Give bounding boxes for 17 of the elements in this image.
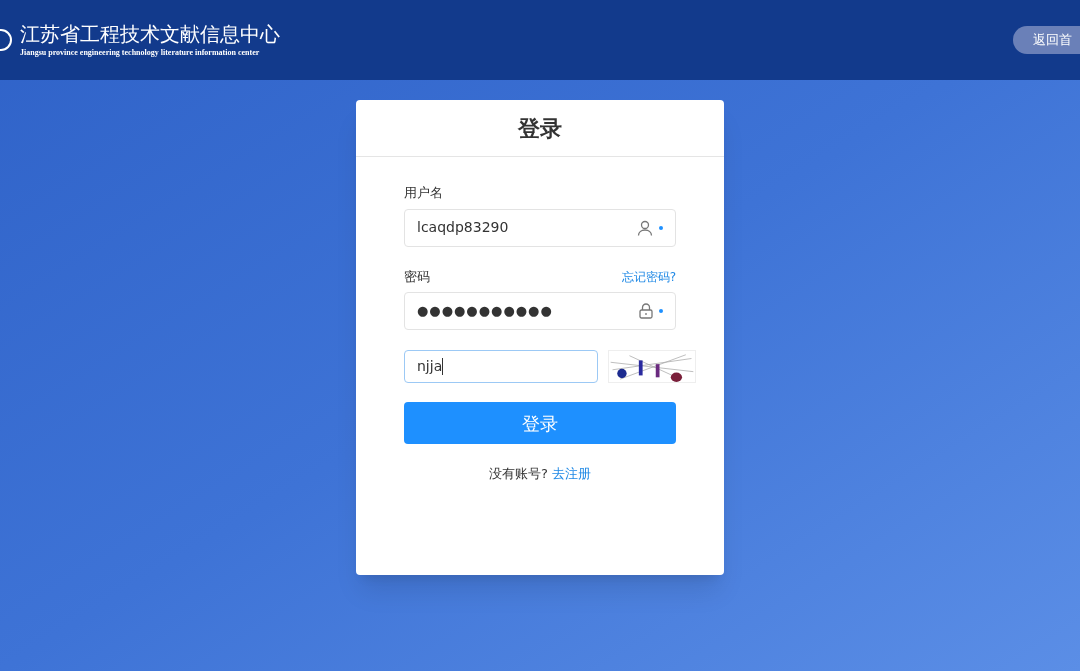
captcha-image[interactable] <box>608 350 696 383</box>
login-button[interactable]: 登录 <box>404 402 676 444</box>
register-link[interactable]: 去注册 <box>551 464 591 484</box>
lock-icon <box>639 303 653 319</box>
text-cursor <box>442 358 444 375</box>
site-subtitle: Jiangsu province engineering technology literature information center <box>20 46 261 59</box>
username-field[interactable]: lcaqdp83290 <box>404 208 676 247</box>
password-field[interactable]: ●●●●●●●●●●● <box>404 292 676 330</box>
login-title: 登录 <box>518 114 562 143</box>
site-title: 江苏省工程技术文献信息中心 <box>20 21 280 47</box>
user-icon <box>637 219 653 236</box>
home-button[interactable]: 返回首 <box>1013 26 1080 54</box>
username-label: 用户名 <box>404 184 444 202</box>
password-label: 密码 <box>404 267 430 286</box>
forgot-password-link[interactable]: 忘记密码? <box>621 268 676 286</box>
captcha-field[interactable]: njja <box>404 350 598 383</box>
register-prompt: 没有账号? <box>489 465 548 483</box>
